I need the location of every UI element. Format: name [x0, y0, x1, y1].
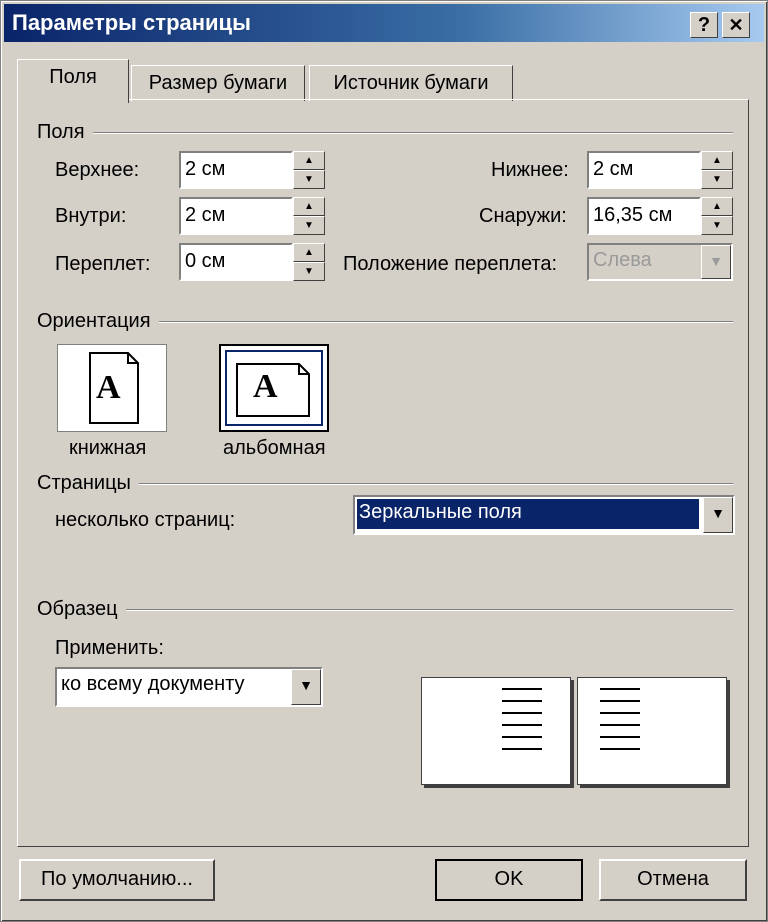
inside-margin-label: Внутри:	[55, 205, 127, 227]
multiple-pages-label: несколько страниц:	[55, 509, 236, 531]
cancel-button[interactable]: Отмена	[599, 859, 747, 901]
top-margin-input[interactable]: 2 см	[179, 151, 293, 189]
gutter-stepper[interactable]: 0 см ▲ ▼	[179, 243, 325, 281]
chevron-down-icon: ▼	[701, 245, 731, 279]
preview-left-page	[421, 677, 571, 785]
title-bar[interactable]: Параметры страницы ? ✕	[4, 4, 764, 42]
up-arrow-icon[interactable]: ▲	[293, 197, 325, 216]
default-button[interactable]: По умолчанию...	[19, 859, 215, 901]
portrait-button[interactable]: A	[57, 344, 167, 432]
tab-paper-source[interactable]: Источник бумаги	[309, 65, 513, 101]
multiple-pages-value: Зеркальные поля	[359, 501, 522, 523]
portrait-icon-letter: A	[96, 369, 121, 406]
margins-group-label: Поля	[37, 121, 93, 144]
orientation-group-label: Ориентация	[37, 310, 159, 333]
up-arrow-icon[interactable]: ▲	[293, 243, 325, 262]
portrait-label: книжная	[69, 437, 147, 459]
gutter-input[interactable]: 0 см	[179, 243, 293, 281]
outside-margin-label: Снаружи:	[479, 205, 567, 227]
bottom-margin-stepper[interactable]: 2 см ▲ ▼	[587, 151, 733, 189]
preview-right-page	[577, 677, 727, 785]
bottom-margin-label: Нижнее:	[491, 159, 569, 181]
inside-margin-input[interactable]: 2 см	[179, 197, 293, 235]
active-tab-joiner	[19, 98, 127, 101]
close-button[interactable]: ✕	[722, 12, 750, 38]
top-margin-stepper[interactable]: 2 см ▲ ▼	[179, 151, 325, 189]
top-margin-label: Верхнее:	[55, 159, 140, 181]
apply-to-select[interactable]: ко всему документу ▼	[55, 667, 323, 707]
chevron-down-icon[interactable]: ▼	[703, 497, 733, 533]
tab-paper-size[interactable]: Размер бумаги	[131, 65, 305, 101]
up-arrow-icon[interactable]: ▲	[701, 197, 733, 216]
up-arrow-icon[interactable]: ▲	[701, 151, 733, 170]
landscape-button[interactable]: A	[219, 344, 329, 432]
margins-group-line	[37, 132, 733, 134]
gutter-position-label: Положение переплета:	[343, 253, 558, 275]
multiple-pages-select[interactable]: Зеркальные поля ▼	[353, 495, 735, 535]
outside-margin-stepper[interactable]: 16,35 см ▲ ▼	[587, 197, 733, 235]
bottom-margin-input[interactable]: 2 см	[587, 151, 701, 189]
preview-group-label: Образец	[37, 598, 126, 621]
gutter-position-value: Слева	[593, 249, 652, 271]
ok-button[interactable]: OK	[435, 859, 583, 901]
chevron-down-icon[interactable]: ▼	[291, 669, 321, 705]
tab-margins[interactable]: Поля	[17, 59, 129, 103]
landscape-label: альбомная	[223, 437, 326, 459]
down-arrow-icon[interactable]: ▼	[701, 216, 733, 235]
down-arrow-icon[interactable]: ▼	[701, 170, 733, 189]
close-icon: ✕	[728, 15, 744, 35]
down-arrow-icon[interactable]: ▼	[293, 170, 325, 189]
inside-margin-stepper[interactable]: 2 см ▲ ▼	[179, 197, 325, 235]
preview-group-line	[37, 609, 733, 611]
apply-to-value: ко всему документу	[61, 673, 245, 695]
gutter-label: Переплет:	[55, 253, 151, 275]
apply-to-label: Применить:	[55, 637, 164, 659]
up-arrow-icon[interactable]: ▲	[293, 151, 325, 170]
dialog-title: Параметры страницы	[12, 10, 251, 35]
page-setup-dialog: Параметры страницы ? ✕ Поля Размер бумаг…	[0, 0, 768, 922]
gutter-position-select: Слева ▼	[587, 243, 733, 281]
help-button[interactable]: ?	[690, 12, 718, 38]
down-arrow-icon[interactable]: ▼	[293, 262, 325, 281]
pages-group-line	[37, 483, 733, 485]
pages-group-label: Страницы	[37, 472, 139, 495]
outside-margin-input[interactable]: 16,35 см	[587, 197, 701, 235]
landscape-icon-letter: A	[253, 368, 278, 405]
down-arrow-icon[interactable]: ▼	[293, 216, 325, 235]
